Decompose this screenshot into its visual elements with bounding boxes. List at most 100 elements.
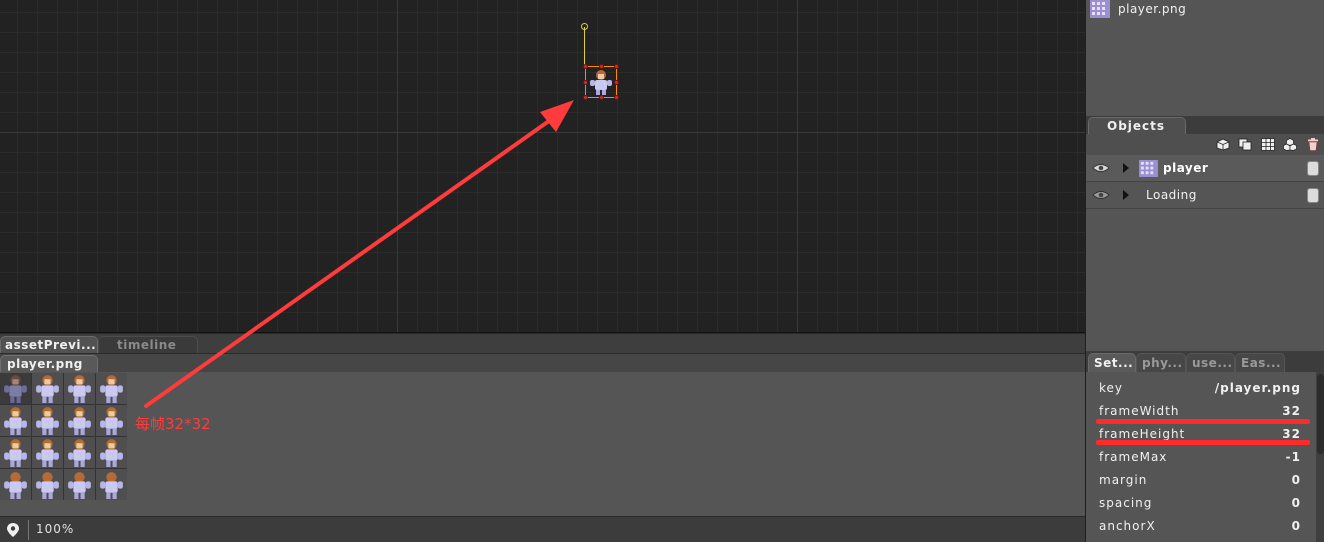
- object-label: Loading: [1146, 188, 1197, 202]
- lock-icon[interactable]: [1307, 188, 1319, 203]
- asset-list: player.png: [1086, 0, 1324, 116]
- spritesheet-icon: [1139, 160, 1158, 177]
- property-row[interactable]: spacing 0: [1086, 491, 1314, 514]
- bottom-tab-bar: assetPrevi... timeline: [0, 334, 1085, 353]
- tab-timeline[interactable]: timeline: [98, 336, 198, 353]
- frame-size-annotation: 每帧32*32: [135, 415, 211, 433]
- right-panel: player.png Objects player Loading Set...…: [1085, 0, 1324, 542]
- properties-panel: key /player.png frameWidth 32 frameHeigh…: [1086, 372, 1324, 542]
- property-row[interactable]: anchorX 0: [1086, 514, 1314, 537]
- visibility-eye-icon[interactable]: [1092, 190, 1110, 200]
- sprite-frame[interactable]: [32, 405, 63, 436]
- property-value[interactable]: 0: [1292, 519, 1301, 533]
- tab-user[interactable]: use...: [1186, 353, 1235, 372]
- expand-arrow-icon[interactable]: [1123, 163, 1129, 173]
- resize-handle-b[interactable]: [599, 95, 604, 100]
- sprite-frame[interactable]: [96, 373, 127, 404]
- property-value[interactable]: 32: [1282, 427, 1301, 441]
- asset-preview-area: 每帧32*32: [0, 372, 1085, 516]
- asset-item-player-png[interactable]: player.png: [1090, 0, 1186, 18]
- property-value[interactable]: 32: [1282, 404, 1301, 418]
- file-tab-bar: player.png: [0, 353, 1085, 373]
- sprite-frame[interactable]: [0, 405, 31, 436]
- player-sprite-icon: [68, 472, 91, 499]
- spritesheet-frames: [0, 373, 127, 500]
- visibility-eye-icon[interactable]: [1092, 163, 1110, 173]
- player-sprite-icon: [4, 407, 27, 435]
- group-icon[interactable]: [1283, 138, 1297, 151]
- properties-scrollbar[interactable]: [1316, 372, 1324, 542]
- object-row-loading[interactable]: Loading: [1086, 182, 1324, 209]
- sprite-frame[interactable]: [96, 469, 127, 500]
- sprite-frame[interactable]: [0, 437, 31, 468]
- tab-settings[interactable]: Set...: [1088, 353, 1136, 372]
- object-row-player[interactable]: player: [1086, 155, 1324, 182]
- scene-canvas[interactable]: [0, 0, 1085, 333]
- expand-arrow-icon[interactable]: [1123, 190, 1129, 200]
- resize-handle-r[interactable]: [614, 80, 619, 85]
- scrollbar-thumb[interactable]: [1317, 374, 1324, 454]
- tab-physics[interactable]: phy...: [1136, 353, 1186, 372]
- rotation-handle[interactable]: [581, 23, 588, 30]
- property-row[interactable]: margin 0: [1086, 468, 1314, 491]
- player-sprite-icon: [36, 472, 59, 499]
- resize-handle-tr[interactable]: [614, 64, 619, 69]
- sprite-frame[interactable]: [96, 437, 127, 468]
- sprite-frame[interactable]: [0, 373, 31, 404]
- objects-list: player Loading: [1086, 155, 1324, 351]
- property-value[interactable]: 0: [1292, 496, 1301, 510]
- resize-handle-l[interactable]: [583, 80, 588, 85]
- tab-player-png[interactable]: player.png: [0, 355, 98, 373]
- object-label: player: [1163, 161, 1209, 175]
- player-sprite-icon: [36, 375, 59, 403]
- player-sprite-icon: [4, 472, 27, 499]
- resize-handle-br[interactable]: [614, 95, 619, 100]
- player-sprite-icon: [68, 407, 91, 435]
- property-value[interactable]: /player.png: [1215, 381, 1301, 395]
- player-sprite-icon: [36, 439, 59, 467]
- player-sprite-icon: [100, 439, 123, 467]
- resize-handle-bl[interactable]: [583, 95, 588, 100]
- player-sprite-icon: [100, 375, 123, 403]
- property-key: frameMax: [1099, 450, 1168, 464]
- property-key: frameHeight: [1099, 427, 1186, 441]
- resize-handle-t[interactable]: [599, 64, 604, 69]
- property-value[interactable]: 0: [1292, 473, 1301, 487]
- property-key: anchorX: [1099, 519, 1156, 533]
- player-sprite-icon: [68, 375, 91, 403]
- sprite-frame[interactable]: [0, 469, 31, 500]
- property-value[interactable]: -1: [1286, 450, 1301, 464]
- property-key: key: [1099, 381, 1124, 395]
- sprite-frame[interactable]: [32, 437, 63, 468]
- player-sprite-icon: [100, 407, 123, 435]
- tab-asset-preview[interactable]: assetPrevi...: [0, 336, 98, 353]
- location-pin-icon[interactable]: [6, 522, 20, 538]
- property-row[interactable]: frameMax -1: [1086, 445, 1314, 468]
- lock-icon[interactable]: [1307, 161, 1319, 176]
- sprite-frame[interactable]: [64, 405, 95, 436]
- duplicate-icon[interactable]: [1238, 138, 1252, 151]
- trash-icon[interactable]: [1306, 138, 1320, 151]
- sprite-frame[interactable]: [96, 405, 127, 436]
- selected-player-sprite[interactable]: [583, 64, 619, 100]
- resize-handle-tl[interactable]: [583, 64, 588, 69]
- tab-easing[interactable]: Eas...: [1235, 353, 1285, 372]
- player-sprite-icon: [68, 439, 91, 467]
- sprite-frame[interactable]: [32, 469, 63, 500]
- properties-tab-bar: Set... phy... use... Eas...: [1086, 351, 1324, 372]
- tab-objects[interactable]: Objects: [1088, 117, 1186, 134]
- sprite-frame[interactable]: [64, 373, 95, 404]
- rotation-line: [584, 27, 585, 66]
- sprite-frame[interactable]: [64, 437, 95, 468]
- asset-item-label: player.png: [1118, 2, 1187, 16]
- cube-icon[interactable]: [1216, 138, 1230, 151]
- player-sprite-icon: [100, 472, 123, 499]
- property-row[interactable]: key /player.png: [1086, 376, 1314, 399]
- zoom-level[interactable]: 100%: [36, 522, 74, 536]
- objects-tab-bar: Objects: [1086, 116, 1324, 134]
- sprite-frame[interactable]: [32, 373, 63, 404]
- grid-icon[interactable]: [1261, 138, 1275, 151]
- spritesheet-icon: [1090, 0, 1110, 18]
- sprite-frame[interactable]: [64, 469, 95, 500]
- status-separator: [28, 520, 29, 540]
